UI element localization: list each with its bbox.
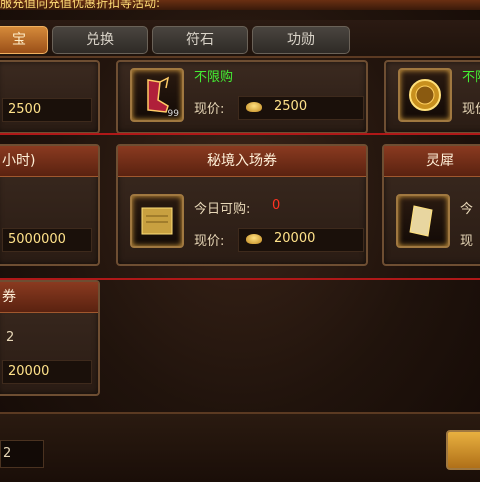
shop-card-row2-right[interactable]: 灵犀 今 现 — [382, 144, 480, 266]
card-title: 小时) — [0, 146, 98, 177]
gold-ingot-icon — [246, 234, 262, 244]
price-label: 现 — [460, 234, 474, 249]
item-scroll-icon[interactable] — [130, 194, 184, 248]
shop-card-row2-left[interactable]: 小时) 5000000 — [0, 144, 100, 266]
card-title: 秘境入场券 — [118, 146, 366, 177]
tab-bar: 宝 兑换 符石 功勋 — [0, 20, 480, 58]
price-value: 20000 — [8, 364, 50, 379]
item-medal-icon[interactable] — [398, 68, 452, 122]
shop-card-row1-left[interactable]: 2500 — [0, 60, 100, 134]
purchase-limit: 不限 — [462, 70, 480, 85]
tab-exchange[interactable]: 兑换 — [52, 26, 148, 54]
bottom-value-field: 2 — [0, 440, 44, 468]
gold-ingot-icon — [246, 102, 262, 112]
price-value: 5000000 — [8, 232, 66, 247]
tab-treasure[interactable]: 宝 — [0, 26, 48, 54]
price-value: 20000 — [274, 231, 316, 246]
bottom-bar — [0, 412, 480, 482]
ticket-icon — [409, 205, 433, 237]
medal-icon — [409, 79, 441, 111]
price-label: 现价: — [194, 102, 225, 117]
daily-limit-label: 今日可购: — [194, 202, 251, 217]
daily-limit-value: 0 — [272, 198, 281, 213]
purchase-limit: 不限购 — [194, 70, 234, 85]
price-value: 2500 — [8, 102, 42, 117]
item-quantity: 99 — [167, 109, 179, 119]
scroll-icon — [141, 207, 173, 235]
daily-limit-value: 2 — [6, 330, 15, 345]
item-boots-icon[interactable]: 99 — [130, 68, 184, 122]
price-value: 2500 — [274, 99, 308, 114]
bottom-action-button[interactable] — [446, 430, 480, 470]
shop-card-row3-left[interactable]: 券 2 20000 — [0, 280, 100, 396]
price-label: 现价 — [462, 102, 480, 117]
card-title: 券 — [0, 282, 98, 313]
daily-limit-label: 今 — [460, 202, 474, 217]
top-banner: 服充值向充值优惠折扣等活动: — [0, 0, 480, 10]
shop-card-row1-middle[interactable]: 99 不限购 现价: 2500 — [116, 60, 368, 134]
shop-card-row2-middle[interactable]: 秘境入场券 今日可购: 0 现价: 20000 — [116, 144, 368, 266]
item-ticket-icon[interactable] — [396, 194, 450, 248]
divider-line — [0, 133, 480, 135]
price-label: 现价: — [194, 234, 225, 249]
banner-text: 服充值向充值优惠折扣等活动: — [0, 0, 161, 10]
tab-merit[interactable]: 功勋 — [252, 26, 350, 54]
tab-rune[interactable]: 符石 — [152, 26, 248, 54]
shop-card-row1-right[interactable]: 不限 现价 — [384, 60, 480, 134]
card-title: 灵犀 — [384, 146, 480, 177]
